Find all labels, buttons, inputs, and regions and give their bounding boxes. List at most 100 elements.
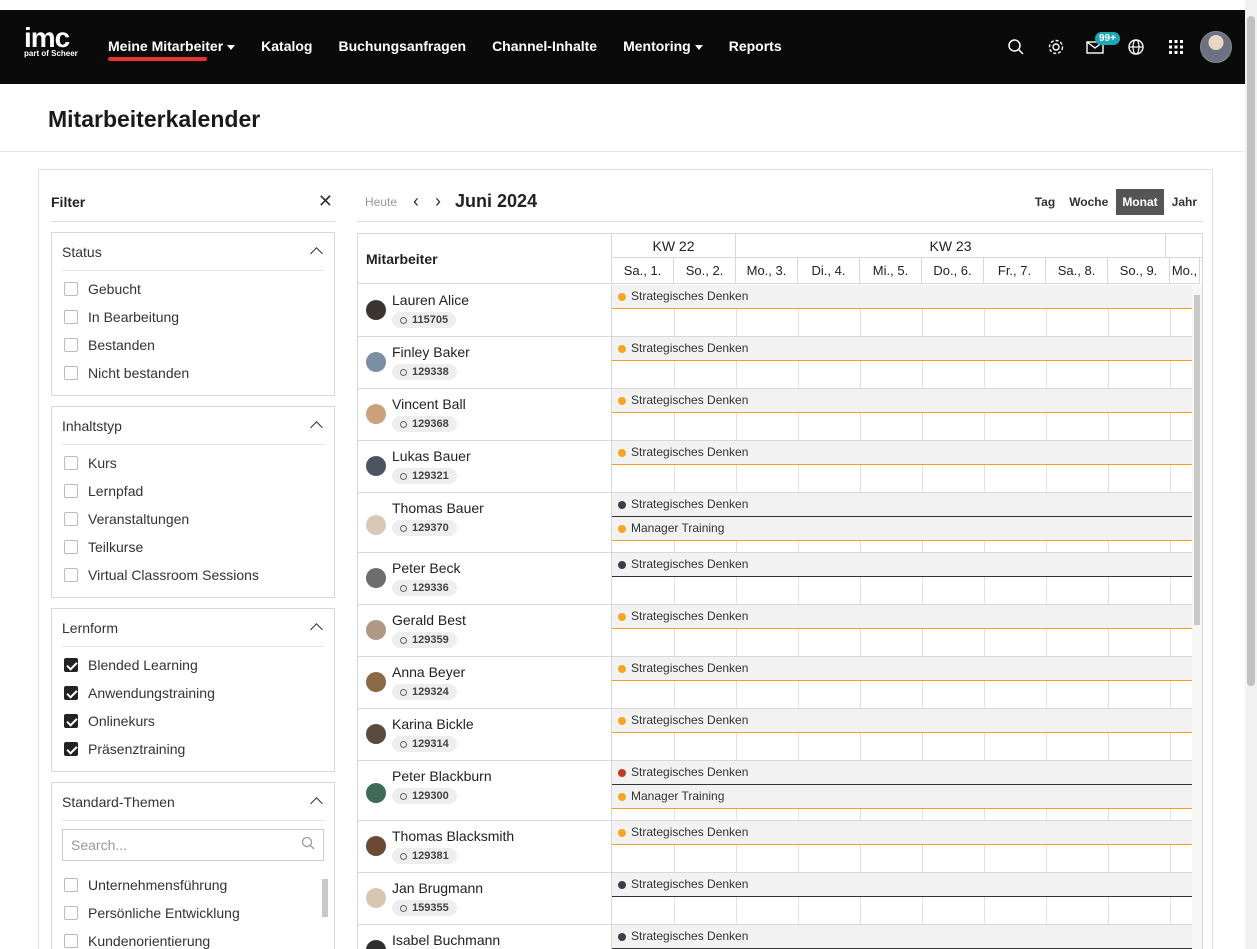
filter-group-header[interactable]: Standard-Themen <box>62 783 324 821</box>
checkbox[interactable] <box>64 714 78 728</box>
employee-cell[interactable]: Isabel Buchmann <box>358 925 612 949</box>
view-woche-button[interactable]: Woche <box>1063 189 1114 215</box>
filter-option[interactable]: Persönliche Entwicklung <box>62 899 324 927</box>
employee-cell[interactable]: Lauren Alice 115705 <box>358 285 612 336</box>
employee-cell[interactable]: Peter Beck 129336 <box>358 553 612 604</box>
nav-mentoring[interactable]: Mentoring <box>623 38 703 54</box>
checkbox[interactable] <box>64 456 78 470</box>
employee-cell[interactable]: Karina Bickle 129314 <box>358 709 612 760</box>
imc-logo[interactable]: imc part of Scheer <box>24 24 78 58</box>
employee-cell[interactable]: Anna Beyer 129324 <box>358 657 612 708</box>
chevron-up-icon[interactable] <box>310 421 323 434</box>
user-avatar[interactable] <box>1199 30 1233 64</box>
filter-option[interactable]: Veranstaltungen <box>62 505 324 533</box>
search-icon[interactable] <box>999 30 1033 64</box>
employee-cell[interactable]: Vincent Ball 129368 <box>358 389 612 440</box>
checkbox[interactable] <box>64 338 78 352</box>
employee-cell[interactable]: Thomas Blacksmith 129381 <box>358 821 612 872</box>
filter-group-header[interactable]: Inhaltstyp <box>62 407 324 445</box>
calendar-event[interactable]: Strategisches Denken <box>612 821 1194 845</box>
page-scrollbar[interactable] <box>1245 0 1257 949</box>
checkbox[interactable] <box>64 366 78 380</box>
checkbox[interactable] <box>64 512 78 526</box>
checkbox[interactable] <box>64 568 78 582</box>
nav-buchungsanfragen[interactable]: Buchungsanfragen <box>338 38 466 54</box>
calendar-event[interactable]: Strategisches Denken <box>612 553 1194 577</box>
employee-cell[interactable]: Jan Brugmann 159355 <box>358 873 612 924</box>
settings-icon[interactable] <box>1039 30 1073 64</box>
employee-name: Thomas Blacksmith <box>392 828 515 844</box>
filter-option[interactable]: Nicht bestanden <box>62 359 324 387</box>
chevron-up-icon[interactable] <box>310 247 323 260</box>
employee-column-header: Mitarbeiter <box>358 234 612 284</box>
employee-cell[interactable]: Thomas Bauer 129370 <box>358 493 612 552</box>
filter-option[interactable]: Onlinekurs <box>62 707 324 735</box>
employee-cell[interactable]: Lukas Bauer 129321 <box>358 441 612 492</box>
next-arrow-icon[interactable]: › <box>435 191 441 212</box>
employee-cell[interactable]: Peter Blackburn 129300 <box>358 761 612 820</box>
calendar-event[interactable]: Strategisches Denken <box>612 761 1194 785</box>
calendar-event[interactable]: Strategisches Denken <box>612 709 1194 733</box>
employee-cell[interactable]: Finley Baker 129338 <box>358 337 612 388</box>
calendar-scrollbar[interactable] <box>1192 285 1202 949</box>
filter-option[interactable]: Teilkurse <box>62 533 324 561</box>
previous-arrow-icon[interactable]: ‹ <box>413 191 419 212</box>
calendar-event[interactable]: Manager Training <box>612 785 1194 809</box>
view-jahr-button[interactable]: Jahr <box>1166 189 1203 215</box>
calendar-event[interactable]: Strategisches Denken <box>612 389 1194 413</box>
filter-option[interactable]: Anwendungstraining <box>62 679 324 707</box>
search-icon[interactable] <box>301 836 315 855</box>
chevron-up-icon[interactable] <box>310 797 323 810</box>
view-monat-button[interactable]: Monat <box>1116 188 1164 215</box>
nav-channel-inhalte[interactable]: Channel-Inhalte <box>492 38 597 54</box>
chevron-up-icon[interactable] <box>310 623 323 636</box>
nav-meine-mitarbeiter[interactable]: Meine Mitarbeiter <box>108 38 236 61</box>
scrollbar-thumb[interactable] <box>1247 16 1255 686</box>
employee-row: Isabel Buchmann Strategisches Denken <box>358 925 1202 949</box>
today-button[interactable]: Heute <box>365 195 397 209</box>
checkbox[interactable] <box>64 878 78 892</box>
filter-group-header[interactable]: Status <box>62 233 324 271</box>
checkbox[interactable] <box>64 658 78 672</box>
search-input[interactable] <box>71 837 301 853</box>
filter-option[interactable]: Lernpfad <box>62 477 324 505</box>
filter-option[interactable]: In Bearbeitung <box>62 303 324 331</box>
view-tag-button[interactable]: Tag <box>1029 189 1061 215</box>
filter-option[interactable]: Bestanden <box>62 331 324 359</box>
calendar-event[interactable]: Strategisches Denken <box>612 441 1194 465</box>
nav-reports[interactable]: Reports <box>729 38 782 54</box>
calendar-event[interactable]: Strategisches Denken <box>612 657 1194 681</box>
scrollbar-thumb[interactable] <box>1194 295 1200 625</box>
filter-group-header[interactable]: Lernform <box>62 609 324 647</box>
checkbox[interactable] <box>64 310 78 324</box>
scrollbar-thumb[interactable] <box>322 879 328 917</box>
filter-option[interactable]: Kurs <box>62 449 324 477</box>
checkbox[interactable] <box>64 742 78 756</box>
filter-option[interactable]: Gebucht <box>62 275 324 303</box>
filter-option[interactable]: Unternehmensführung <box>62 871 324 899</box>
checkbox[interactable] <box>64 906 78 920</box>
checkbox[interactable] <box>64 934 78 948</box>
checkbox[interactable] <box>64 282 78 296</box>
filter-option[interactable]: Präsenztraining <box>62 735 324 763</box>
calendar-event[interactable]: Manager Training <box>612 517 1194 541</box>
checkbox[interactable] <box>64 484 78 498</box>
calendar-event[interactable]: Strategisches Denken <box>612 605 1194 629</box>
calendar-event[interactable]: Strategisches Denken <box>612 285 1194 309</box>
checkbox[interactable] <box>64 540 78 554</box>
checkbox[interactable] <box>64 686 78 700</box>
calendar-event[interactable]: Strategisches Denken <box>612 925 1194 949</box>
nav-katalog[interactable]: Katalog <box>261 38 312 54</box>
filter-option[interactable]: Virtual Classroom Sessions <box>62 561 324 589</box>
calendar-event[interactable]: Strategisches Denken <box>612 493 1194 517</box>
employee-cell[interactable]: Gerald Best 129359 <box>358 605 612 656</box>
apps-grid-icon[interactable] <box>1159 30 1193 64</box>
globe-icon[interactable] <box>1119 30 1153 64</box>
themes-scrollbar[interactable] <box>322 871 328 941</box>
close-icon[interactable]: ✕ <box>318 191 333 212</box>
mail-icon[interactable]: 99+ <box>1079 30 1120 64</box>
filter-option[interactable]: Kundenorientierung <box>62 927 324 949</box>
calendar-event[interactable]: Strategisches Denken <box>612 337 1194 361</box>
filter-option[interactable]: Blended Learning <box>62 651 324 679</box>
calendar-event[interactable]: Strategisches Denken <box>612 873 1194 897</box>
